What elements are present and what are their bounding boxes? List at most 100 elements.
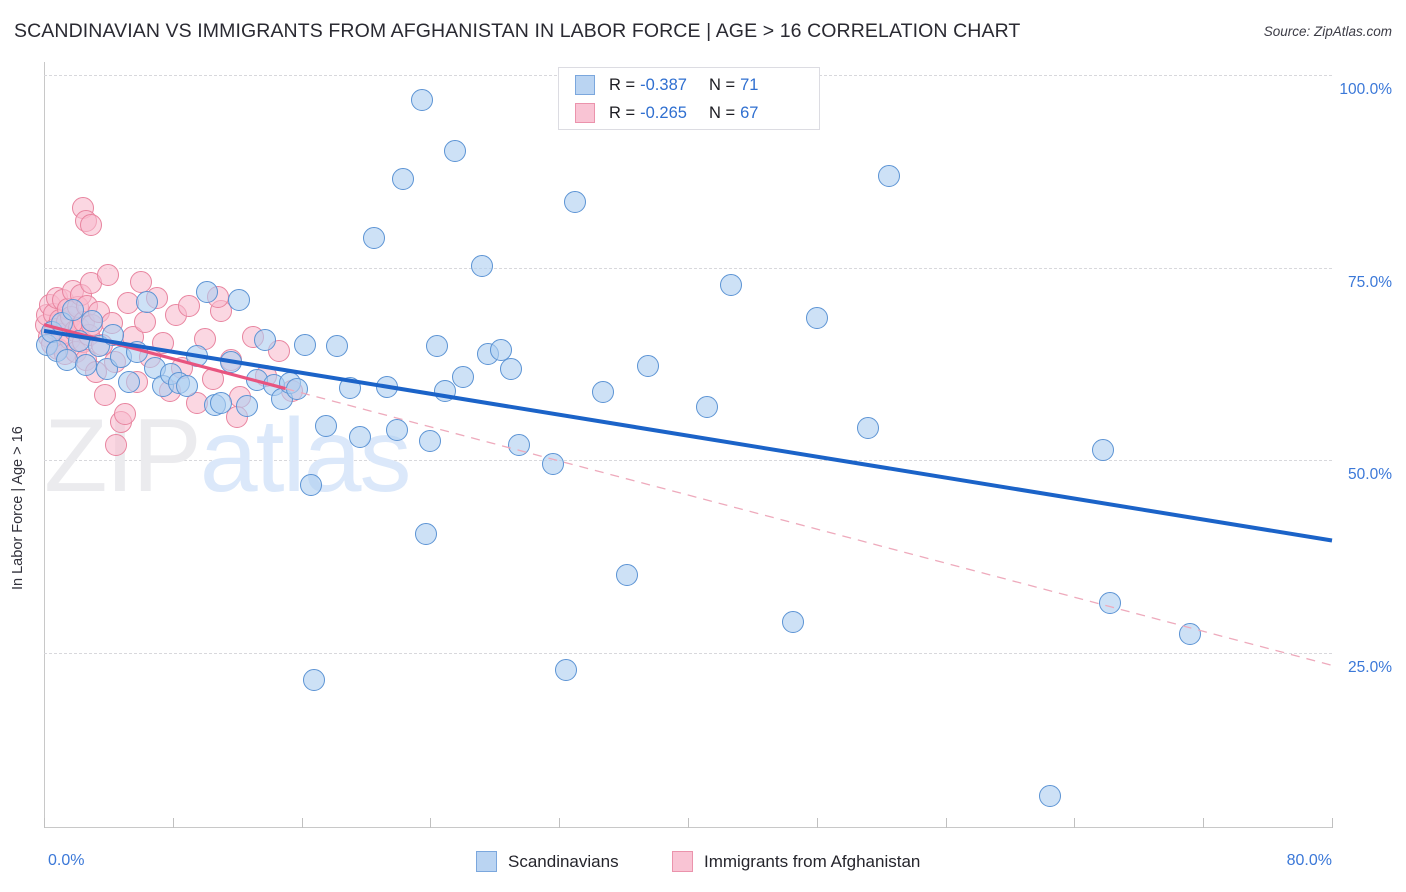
scatter-point [385,418,408,441]
scatter-point [314,414,337,437]
scatter-point [1179,622,1202,645]
scatter-point [105,433,128,456]
x-tick [559,818,561,828]
scatter-point [857,416,880,439]
scatter-point [451,366,474,389]
scatter-point [202,368,225,391]
y-tick-label: 100.0% [1339,81,1392,98]
y-axis-title: In Labor Force | Age > 16 [10,426,26,590]
n-value-blue: 71 [740,75,759,94]
gridline [44,460,1332,462]
trend-lines [43,323,1333,666]
scatter-point [375,376,398,399]
gridline [44,267,1332,269]
scatter-point [425,335,448,358]
legend-color-pink-icon [672,851,693,872]
scatter-point [443,139,466,162]
r-label-pink: R = [609,103,636,122]
scatter-point [507,433,530,456]
scatter-point [338,376,361,399]
x-tick [945,818,947,828]
scatter-point [636,355,659,378]
page-title: SCANDINAVIAN VS IMMIGRANTS FROM AFGHANIS… [14,20,1021,42]
scatter-point [541,453,564,476]
scatter-point [419,430,442,453]
x-tick [816,818,818,828]
scatter-point [326,335,349,358]
scatter-point [392,168,415,191]
scatter-point [411,88,434,111]
scatter-point [94,383,117,406]
legend-item-afghanistan[interactable]: Immigrants from Afghanistan [672,851,920,872]
scatter-point [97,264,120,287]
gridline [44,653,1332,654]
scatter-point [348,426,371,449]
x-tick [172,818,174,828]
scatter-point [499,358,522,381]
scatter-point [55,349,78,372]
x-tick [430,818,432,828]
scatter-point [300,473,323,496]
legend-label-scandinavians: Scandinavians [508,851,619,871]
x-axis-max-label: 80.0% [1286,852,1332,869]
scatter-point [227,289,250,312]
scatter-point [293,333,316,356]
scatter-point [470,255,493,278]
scatter-point [433,379,456,402]
scatter-point [1098,591,1121,614]
scatter-point [81,309,104,332]
scatter-point [118,370,141,393]
scatter-point [177,295,200,318]
scatter-point [363,227,386,250]
r-label-blue: R = [609,75,636,94]
scatter-point [152,332,175,355]
scatter-point [781,611,804,634]
scatter-point [878,164,901,187]
scatter-point [185,345,208,368]
x-axis-min-label: 0.0% [48,852,85,869]
scatter-point [113,403,136,426]
scatter-point [285,378,308,401]
n-value-pink: 67 [740,103,759,122]
y-tick-label: 50.0% [1348,466,1392,484]
scatter-point [805,306,828,329]
legend-swatch-blue-icon [575,75,595,95]
scatter-point [195,281,218,304]
legend-color-blue-icon [476,851,497,872]
legend-item-scandinavians[interactable]: Scandinavians [476,851,619,872]
scatter-point [303,668,326,691]
scatter-point [74,353,97,376]
source-label: Source: ZipAtlas.com [1263,24,1392,39]
scatter-point [79,213,102,236]
stats-row-scandinavians: R = -0.387 N = 71 [575,71,758,99]
stats-row-afghanistan: R = -0.265 N = 67 [575,99,758,127]
plot-area: ZIPatlas [34,62,1333,827]
n-label-pink: N = [708,103,736,122]
x-tick [301,818,303,828]
legend-label-afghanistan: Immigrants from Afghanistan [704,851,921,871]
scatter-point [235,394,258,417]
scatter-point [1039,784,1062,807]
scatter-point [615,564,638,587]
scatter-point [720,273,743,296]
y-tick-label: 25.0% [1348,659,1392,676]
scatter-point [134,310,157,333]
trend-line [285,387,1333,666]
legend-swatch-pink-icon [575,103,595,123]
correlation-stats-box: R = -0.387 N = 71 R = -0.265 N = 67 [558,67,820,130]
r-value-blue: -0.387 [640,75,687,94]
scatter-point [591,380,614,403]
x-tick [1203,818,1205,828]
scatter-point [253,329,276,352]
x-tick [688,818,689,828]
x-tick [1332,818,1333,828]
scatter-point [414,523,437,546]
scatter-point [102,324,125,347]
x-tick [1074,818,1076,828]
scatter-point [176,374,199,397]
x-tick [44,818,45,828]
scatter-point [136,291,159,314]
n-label-blue: N = [708,75,736,94]
scatter-point [564,191,587,214]
y-tick-label: 75.0% [1348,273,1392,291]
